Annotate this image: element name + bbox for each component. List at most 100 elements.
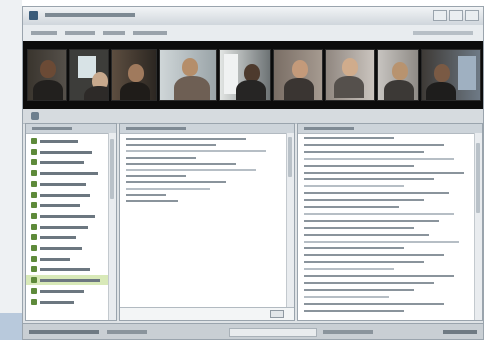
contact-status-icon [31,148,37,155]
contact-name [40,193,90,197]
contacts-scrollbar[interactable] [108,133,116,320]
contact-list-item[interactable] [26,147,116,157]
toolbar-item[interactable] [103,31,125,35]
notes-line [304,157,454,160]
contact-list-item[interactable] [26,297,116,307]
chat-message [126,200,178,202]
chat-message [126,162,236,165]
desktop-background [0,0,22,340]
notes-line [304,199,424,202]
contact-name [40,161,84,165]
contact-list-item[interactable] [26,286,116,296]
notes-line [304,192,449,195]
notes-line [304,137,394,139]
notes-line [304,206,399,208]
video-tile[interactable] [377,49,419,101]
video-tile[interactable] [273,49,323,101]
notes-line [304,185,404,188]
window-title [45,13,135,17]
chat-header [120,124,294,134]
chat-message [126,175,186,178]
video-controls-bar [23,109,483,124]
status-field [229,328,317,337]
chat-message [126,169,256,171]
status-text [29,330,99,334]
contact-status-icon [31,138,37,144]
notes-line [304,150,424,153]
chat-message [126,144,216,147]
chat-message [126,150,266,153]
title-bar[interactable] [23,7,483,26]
contact-list-item[interactable] [26,211,116,221]
contact-list-item[interactable] [26,179,116,189]
contact-list-item[interactable] [26,232,116,242]
chat-scrollbar[interactable] [286,133,294,320]
app-window [22,6,484,340]
contact-list-item[interactable] [26,243,116,253]
video-tile[interactable] [219,49,271,101]
contact-list-item[interactable] [26,157,116,167]
contact-name [40,172,98,176]
contact-list-item[interactable] [26,200,116,210]
notes-line [304,247,404,250]
message-input[interactable] [120,307,294,320]
contact-status-icon [31,287,37,294]
minimize-button[interactable] [433,10,447,21]
toolbar-item[interactable] [413,31,473,35]
contact-name [40,140,78,143]
notes-header [298,124,482,134]
contacts-pane [25,123,117,321]
toolbar-item[interactable] [65,31,95,35]
app-icon [29,11,38,20]
notes-line [304,309,404,312]
contact-list-item[interactable] [26,254,116,264]
contact-status-icon [31,170,37,177]
contact-name [40,279,100,283]
contact-status-icon [31,266,37,273]
close-button[interactable] [465,10,479,21]
contact-status-icon [31,245,37,251]
video-tile[interactable] [69,49,109,101]
notes-line [304,281,434,284]
toolbar-item[interactable] [31,31,57,35]
contact-name [40,300,74,304]
contact-list-item[interactable] [26,136,116,146]
notes-line [304,288,414,291]
video-tile[interactable] [27,49,67,101]
video-tile[interactable] [111,49,157,101]
contact-status-icon [31,255,37,262]
notes-pane [297,123,483,321]
contact-name [40,225,88,229]
contact-name [40,214,95,218]
notes-line [304,178,434,181]
contact-name [40,268,90,272]
contact-name [40,289,84,293]
send-button-icon[interactable] [270,310,284,318]
chat-message [126,138,246,140]
contact-status-icon [31,191,37,198]
notes-line [304,261,424,264]
chat-pane [119,123,295,321]
contact-list-item[interactable] [26,168,116,178]
notes-line [304,295,389,298]
notes-line [304,212,454,215]
notes-line [304,254,444,257]
video-tile[interactable] [421,49,481,101]
contact-list-item[interactable] [26,222,116,232]
maximize-button[interactable] [449,10,463,21]
contact-list-item[interactable] [26,275,116,286]
contact-name [40,247,82,250]
contact-list-item[interactable] [26,264,116,274]
contact-name [40,150,92,154]
notes-line [304,268,394,271]
toolbar-item[interactable] [133,31,167,35]
video-tile[interactable] [159,49,217,101]
contact-status-icon [31,202,37,209]
camera-icon[interactable] [31,112,39,120]
contact-name [40,257,70,261]
chat-message [126,193,166,196]
notes-scrollbar[interactable] [474,133,482,320]
video-tile[interactable] [325,49,375,101]
contact-status-icon [31,180,37,187]
contact-list-item[interactable] [26,190,116,200]
